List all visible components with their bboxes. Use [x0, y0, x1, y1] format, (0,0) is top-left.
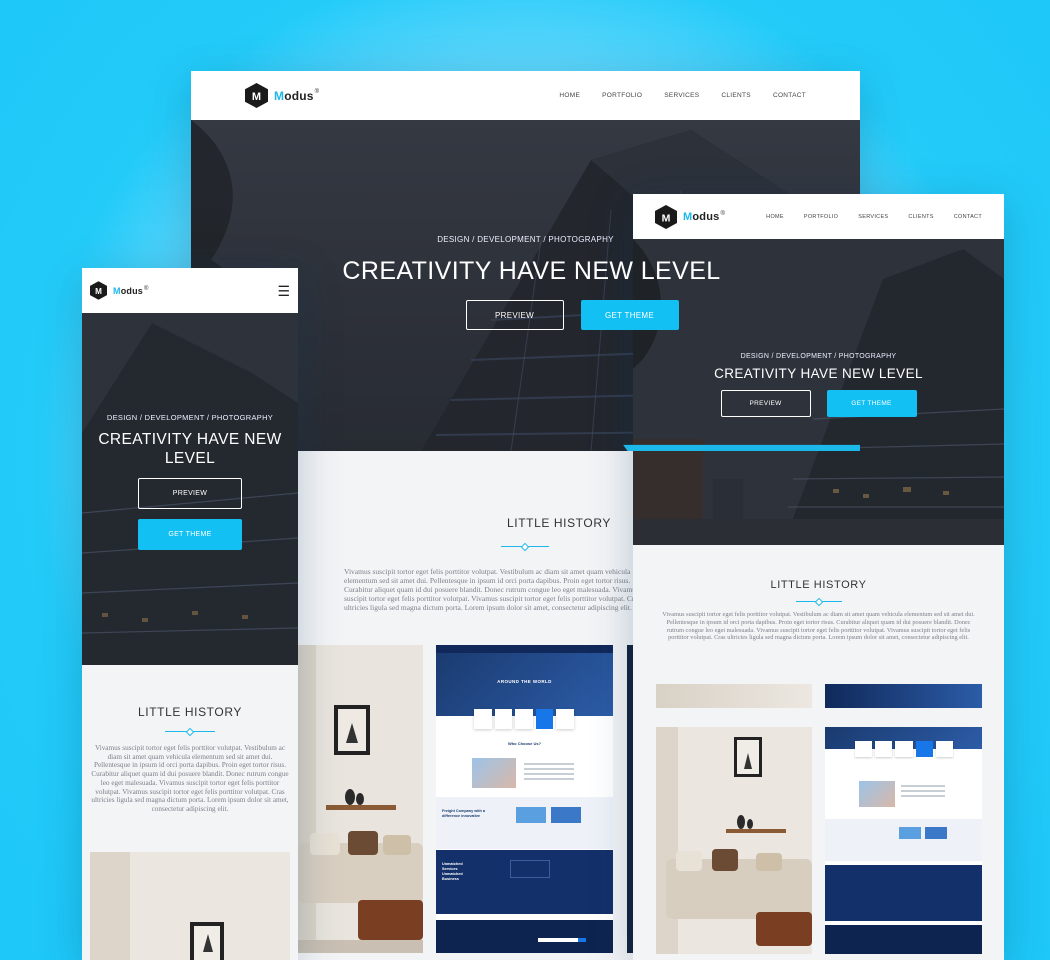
- nav-clients[interactable]: CLIENTS: [908, 214, 933, 220]
- hero-eyebrow: DESIGN / DEVELOPMENT / PHOTOGRAPHY: [106, 413, 274, 422]
- tablet-logo[interactable]: M Modus®: [655, 204, 726, 229]
- svg-text:M: M: [95, 287, 102, 296]
- chevron-down-icon[interactable]: [184, 645, 298, 665]
- hero-headline: CREATIVITY HAVE NEW LEVEL: [342, 257, 721, 285]
- history-divider: [795, 597, 842, 606]
- interior-photo: [90, 852, 290, 960]
- history-paragraph: Vivamus suscipit tortor eget felis portt…: [91, 744, 289, 813]
- logo-hexagon-icon: M: [90, 281, 107, 300]
- nav-contact[interactable]: CONTACT: [954, 214, 982, 220]
- portfolio-tile-website[interactable]: AROUND THE WORLD Who Choose Us? Freight …: [436, 645, 613, 953]
- mobile-logo[interactable]: M Modus®: [90, 281, 149, 300]
- brand-name: Modus®: [113, 285, 149, 296]
- preview-feature1: Freight Company with a difference innova…: [442, 809, 486, 818]
- preview-button[interactable]: PREVIEW: [465, 300, 564, 330]
- logo-hexagon-icon: M: [245, 83, 268, 108]
- tablet-navbar: M Modus® HOME PORTFOLIO SERVICES CLIENTS…: [633, 194, 1004, 239]
- nav-services[interactable]: SERVICES: [858, 214, 888, 220]
- nav-services[interactable]: SERVICES: [664, 92, 699, 99]
- get-theme-button[interactable]: GET THEME: [138, 519, 242, 550]
- portfolio-tile-interior[interactable]: [90, 852, 290, 960]
- hero-section: DESIGN / DEVELOPMENT / PHOTOGRAPHY CREAT…: [82, 313, 298, 665]
- mobile-navbar: M Modus® ☰: [82, 268, 298, 313]
- preview-hero: AROUND THE WORLD: [436, 645, 613, 716]
- hamburger-icon[interactable]: ☰: [277, 284, 290, 298]
- history-title: LITTLE HISTORY: [770, 579, 867, 591]
- portfolio-tile-strip-right[interactable]: [825, 684, 982, 708]
- logo-hexagon-icon: M: [655, 204, 677, 229]
- nav-portfolio[interactable]: PORTFOLIO: [602, 92, 642, 99]
- svg-text:M: M: [662, 212, 671, 224]
- preview-button[interactable]: PREVIEW: [720, 390, 811, 417]
- portfolio-tile-interior[interactable]: [298, 645, 423, 953]
- get-theme-button[interactable]: GET THEME: [826, 390, 917, 417]
- chevron-down-icon[interactable]: [813, 527, 1004, 545]
- history-paragraph: Vivamus suscipit tortor eget felis portt…: [662, 611, 975, 642]
- nav-contact[interactable]: CONTACT: [773, 92, 806, 99]
- hero-headline: CREATIVITY HAVE NEW LEVEL: [714, 366, 923, 381]
- preview-button[interactable]: PREVIEW: [138, 478, 242, 509]
- portfolio-tile-strip-left[interactable]: [656, 684, 812, 708]
- history-paragraph: Vivamus suscipit tortor eget felis portt…: [344, 567, 641, 612]
- interior-photo: [298, 645, 423, 953]
- mobile-mockup: M Modus® ☰ DESIGN / DEVELOPMENT / PHOTOG…: [82, 268, 298, 960]
- interior-photo: [656, 727, 812, 954]
- preview-feature2: Unmatched Services Unmatched Business: [442, 862, 463, 881]
- history-divider: [501, 542, 549, 551]
- nav-home[interactable]: HOME: [559, 92, 580, 99]
- nav-home[interactable]: HOME: [766, 214, 784, 220]
- brand-name: Modus®: [274, 88, 320, 103]
- get-theme-button[interactable]: GET THEME: [580, 300, 679, 330]
- history-title: LITTLE HISTORY: [138, 705, 242, 719]
- logo[interactable]: M Modus®: [245, 83, 319, 108]
- nav-clients[interactable]: CLIENTS: [721, 92, 751, 99]
- history-divider: [165, 727, 215, 736]
- preview-subhead: Who Choose Us?: [507, 741, 542, 746]
- brand-name: Modus®: [683, 210, 726, 223]
- desktop-navbar: M Modus® HOME PORTFOLIO SERVICES CLIENTS…: [191, 71, 860, 120]
- svg-text:M: M: [252, 91, 261, 103]
- nav-portfolio[interactable]: PORTFOLIO: [804, 214, 838, 220]
- preview-hero-caption: AROUND THE WORLD: [497, 679, 552, 684]
- hero-eyebrow: DESIGN / DEVELOPMENT / PHOTOGRAPHY: [740, 353, 897, 360]
- chevron-down-icon[interactable]: [519, 432, 860, 451]
- portfolio-tile-interior[interactable]: [656, 727, 812, 954]
- portfolio-tile-website[interactable]: [825, 727, 982, 954]
- preview-image: [472, 758, 516, 788]
- hero-headline: CREATIVITY HAVE NEW LEVEL: [98, 431, 282, 467]
